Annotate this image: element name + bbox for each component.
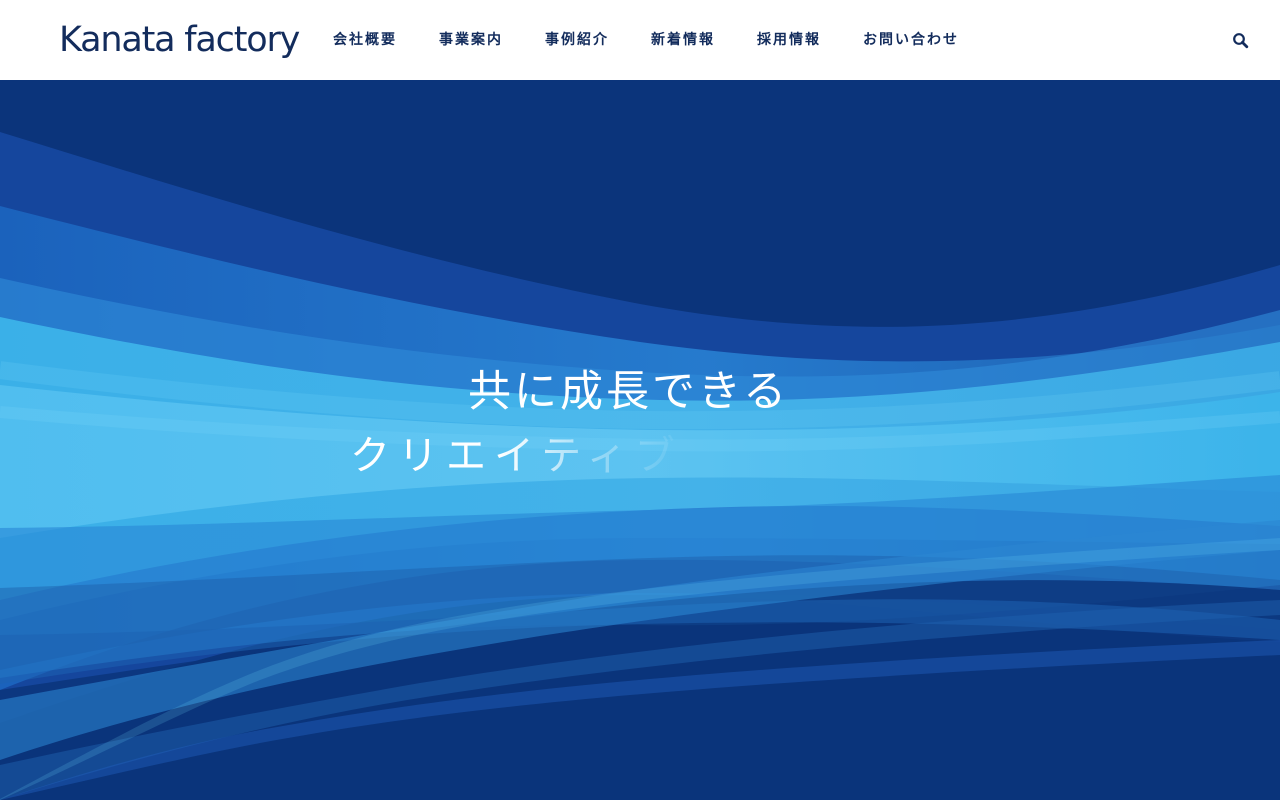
nav-contact[interactable]: お問い合わせ (842, 0, 980, 80)
nav-business-guide[interactable]: 事業案内 (418, 0, 524, 80)
nav-news[interactable]: 新着情報 (630, 0, 736, 80)
site-logo[interactable]: Kanata factory (59, 18, 300, 62)
hero-section: 共に成長できる クリエイティブ (0, 80, 1280, 800)
nav-case-studies[interactable]: 事例紹介 (524, 0, 630, 80)
global-nav: 会社概要 事業案内 事例紹介 新着情報 採用情報 お問い合わせ (312, 0, 980, 80)
search-icon (1233, 33, 1249, 49)
nav-recruitment[interactable]: 採用情報 (736, 0, 842, 80)
search-button[interactable] (1228, 28, 1254, 54)
page: Kanata factory 会社概要 事業案内 事例紹介 新着情報 採用情報 … (0, 0, 1280, 800)
nav-company-overview[interactable]: 会社概要 (312, 0, 418, 80)
hero-wave-background (0, 80, 1280, 800)
site-header: Kanata factory 会社概要 事業案内 事例紹介 新着情報 採用情報 … (0, 0, 1280, 80)
